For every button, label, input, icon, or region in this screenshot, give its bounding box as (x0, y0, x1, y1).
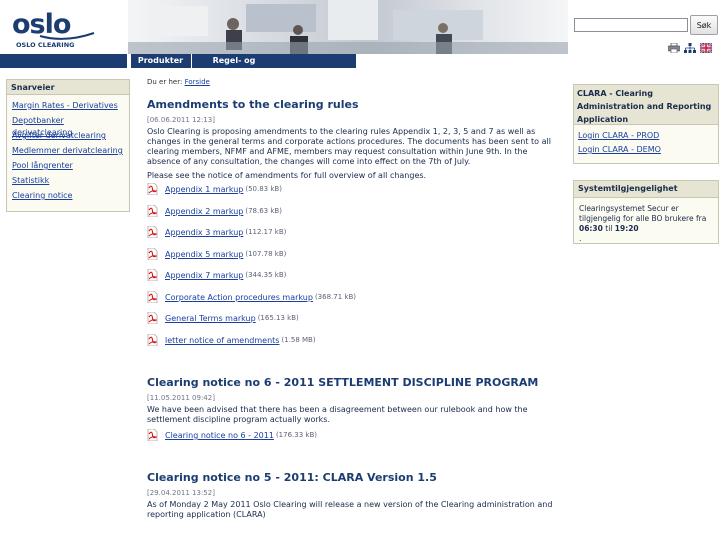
shortcut-medlemmer[interactable]: Medlemmer derivatclearing (12, 146, 123, 155)
shortcut-statistikk[interactable]: Statistikk (12, 176, 49, 185)
attachment-link[interactable]: Appendix 7 markup (165, 269, 243, 282)
article-clearing-notice-6: Clearing notice no 6 - 2011 SETTLEMENT D… (147, 376, 557, 451)
attachment-size: (78.63 kB) (245, 206, 282, 215)
shortcuts-box: Snarveier Margin Rates - Derivatives Dep… (6, 79, 130, 212)
tool-icons (668, 42, 713, 54)
pdf-icon (147, 204, 158, 217)
article-date: [06.06.2011 12:13] (147, 116, 215, 124)
shortcut-pool-langrenter[interactable]: Pool långrenter (12, 161, 73, 170)
article-amendments: Amendments to the clearing rules [06.06.… (147, 98, 557, 355)
header: oslo OSLO CLEARING Søk (0, 0, 727, 54)
attachment-link[interactable]: Clearing notice no 6 - 2011 (165, 429, 274, 442)
attachment-size: (344.35 kB) (245, 271, 287, 279)
system-availability-text: Clearingsystemet Secur er tilgjengelig f… (579, 204, 707, 243)
breadcrumb: Du er her: Forside (147, 78, 557, 98)
attachment-item: Appendix 5 markup (107.78 kB) (147, 247, 557, 270)
search-button[interactable]: Søk (690, 15, 718, 35)
attachment-list: Appendix 1 markup (50.83 kB) Appendix 2 m… (147, 182, 557, 356)
attachment-item: Appendix 2 markup (78.63 kB) (147, 204, 557, 227)
clara-title: CLARA - Clearing Administration and Repo… (574, 85, 718, 125)
attachment-link[interactable]: Appendix 5 markup (165, 248, 243, 261)
system-availability-title: Systemtilgjengelighet (574, 181, 718, 198)
login-clara-demo-link[interactable]: Login CLARA - DEMO (578, 145, 661, 154)
header-banner-photo (128, 0, 568, 54)
attachment-item: Appendix 3 markup (112.17 kB) (147, 225, 557, 248)
attachment-item: Clearing notice no 6 - 2011 (176.33 kB) (147, 428, 557, 451)
attachment-size: (112.17 kB) (245, 228, 287, 236)
pdf-icon (147, 268, 158, 282)
attachment-list: Clearing notice no 6 - 2011 (176.33 kB) (147, 428, 557, 451)
main-navigation: Produkter Regel- og avtaleverk (0, 54, 356, 79)
attachment-item: Appendix 7 markup (344.35 kB) (147, 268, 557, 291)
article-body: As of Monday 2 May 2011 Oslo Clearing wi… (147, 499, 553, 519)
breadcrumb-home-link[interactable]: Forside (185, 78, 210, 86)
attachment-size: (107.78 kB) (245, 249, 287, 258)
time-from: 06:30 (579, 224, 603, 233)
attachment-size: (176.33 kB) (275, 431, 317, 439)
pdf-icon (147, 290, 158, 303)
main-content: Du er her: Forside Amendments to the cle… (147, 78, 557, 524)
clara-box: CLARA - Clearing Administration and Repo… (573, 84, 719, 164)
pdf-icon (147, 311, 158, 325)
attachment-link[interactable]: Appendix 3 markup (165, 226, 243, 239)
oslo-clearing-logo[interactable]: oslo OSLO CLEARING (10, 9, 100, 49)
nav-item-regel-og-avtaleverk[interactable]: Regel- og avtaleverk (191, 54, 276, 79)
attachment-link[interactable]: Corporate Action procedures markup (165, 291, 313, 304)
logo-wordmark: oslo (12, 9, 71, 40)
time-to: 19:20 (614, 224, 639, 233)
attachment-item: letter notice of amendments (1.58 MB) (147, 333, 557, 356)
shortcut-clearing-notice[interactable]: Clearing notice (12, 191, 72, 200)
attachment-size: (368.71 kB) (314, 292, 356, 301)
sitemap-icon[interactable] (684, 43, 696, 53)
article-title[interactable]: Clearing notice no 6 - 2011 SETTLEMENT D… (147, 376, 557, 392)
pdf-icon (147, 247, 158, 260)
shortcuts-list: Margin Rates - Derivatives Depotbanker d… (7, 95, 129, 205)
nav-item-produkter[interactable]: Produkter (130, 54, 190, 68)
attachment-link[interactable]: Appendix 2 markup (165, 205, 243, 218)
system-availability-box: Systemtilgjengelighet Clearingsystemet S… (573, 180, 719, 244)
breadcrumb-prefix: Du er her: (147, 78, 183, 86)
print-icon[interactable] (668, 42, 680, 54)
pdf-icon (147, 225, 158, 239)
logo-subtitle: OSLO CLEARING (16, 41, 75, 49)
pdf-icon (147, 333, 158, 346)
attachment-size: (50.83 kB) (245, 185, 282, 193)
attachment-link[interactable]: letter notice of amendments (165, 334, 279, 347)
login-clara-prod-link[interactable]: Login CLARA - PROD (578, 131, 659, 140)
attachment-link[interactable]: General Terms markup (165, 312, 256, 325)
article-body-note: Please see the notice of amendments for … (147, 171, 427, 180)
article-clearing-notice-5: Clearing notice no 5 - 2011: CLARA Versi… (147, 471, 557, 520)
search-input[interactable] (574, 18, 688, 32)
attachment-item: General Terms markup (165.13 kB) (147, 311, 557, 334)
attachment-item: Corporate Action procedures markup (368.7… (147, 290, 557, 313)
attachment-size: (165.13 kB) (257, 314, 299, 322)
pdf-icon (147, 428, 158, 442)
article-title[interactable]: Amendments to the clearing rules (147, 98, 557, 114)
pdf-icon (147, 182, 158, 196)
shortcut-avgifter[interactable]: Avgifter derivatclearing (12, 131, 106, 140)
article-body: We have been advised that there has been… (147, 405, 528, 424)
article-title[interactable]: Clearing notice no 5 - 2011: CLARA Versi… (147, 471, 557, 487)
clara-links: Login CLARA - PROD Login CLARA - DEMO (574, 125, 718, 159)
article-date: [29.04.2011 13:52] (147, 488, 215, 497)
attachment-link[interactable]: Appendix 1 markup (165, 183, 243, 196)
attachment-size: (1.58 MB) (281, 335, 316, 344)
shortcut-margin-rates[interactable]: Margin Rates - Derivatives (12, 101, 118, 110)
uk-flag-icon[interactable] (699, 42, 713, 54)
article-date: [11.05.2011 09:42] (147, 394, 215, 402)
article-body: Oslo Clearing is proposing amendments to… (147, 127, 551, 166)
shortcuts-title: Snarveier (7, 80, 129, 95)
attachment-item: Appendix 1 markup (50.83 kB) (147, 182, 557, 205)
